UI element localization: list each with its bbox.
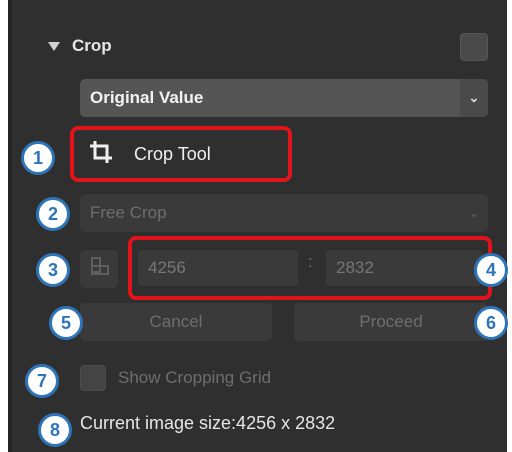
- callout-3: 3: [36, 253, 70, 287]
- cancel-button[interactable]: Cancel: [80, 303, 272, 341]
- section-header[interactable]: Crop: [48, 34, 112, 58]
- crop-width-field[interactable]: 4256: [138, 250, 298, 286]
- callout-2: 2: [36, 197, 70, 231]
- collapse-triangle-icon[interactable]: [48, 41, 60, 51]
- crop-height-field[interactable]: 2832: [326, 250, 482, 286]
- callout-1: 1: [21, 141, 55, 175]
- section-title: Crop: [72, 36, 112, 55]
- aspect-ratio-select[interactable]: Free Crop ⌄: [80, 194, 488, 232]
- section-enable-checkbox[interactable]: [460, 33, 488, 61]
- crop-tool-label: Crop Tool: [134, 143, 211, 164]
- show-grid-checkbox[interactable]: [80, 365, 106, 391]
- show-grid-label: Show Cropping Grid: [118, 368, 272, 387]
- page-margin: [0, 0, 8, 452]
- rotate-orientation-icon: [88, 256, 110, 283]
- aspect-ratio-value: Free Crop: [90, 203, 167, 222]
- rotate-orientation-button[interactable]: [80, 250, 118, 288]
- crop-icon: [88, 139, 114, 170]
- chevron-down-icon: ⌄: [460, 79, 488, 117]
- callout-6: 6: [474, 306, 508, 340]
- panel-edge: [8, 0, 12, 452]
- callout-4: 4: [474, 253, 508, 287]
- callout-7: 7: [25, 364, 59, 398]
- preset-select[interactable]: Original Value ⌄: [80, 79, 488, 117]
- proceed-button[interactable]: Proceed: [294, 303, 488, 341]
- preset-value: Original Value: [90, 88, 204, 107]
- chevron-down-icon: ⌄: [468, 205, 480, 220]
- callout-5: 5: [49, 306, 83, 340]
- callout-8: 8: [38, 413, 72, 447]
- dimension-separator: :: [308, 252, 313, 271]
- crop-dimensions-group: 4256 : 2832: [128, 236, 492, 300]
- show-grid-option[interactable]: Show Cropping Grid: [80, 363, 271, 393]
- crop-tool-button[interactable]: Crop Tool: [70, 126, 292, 182]
- current-image-size: Current image size:4256 x 2832: [80, 413, 336, 433]
